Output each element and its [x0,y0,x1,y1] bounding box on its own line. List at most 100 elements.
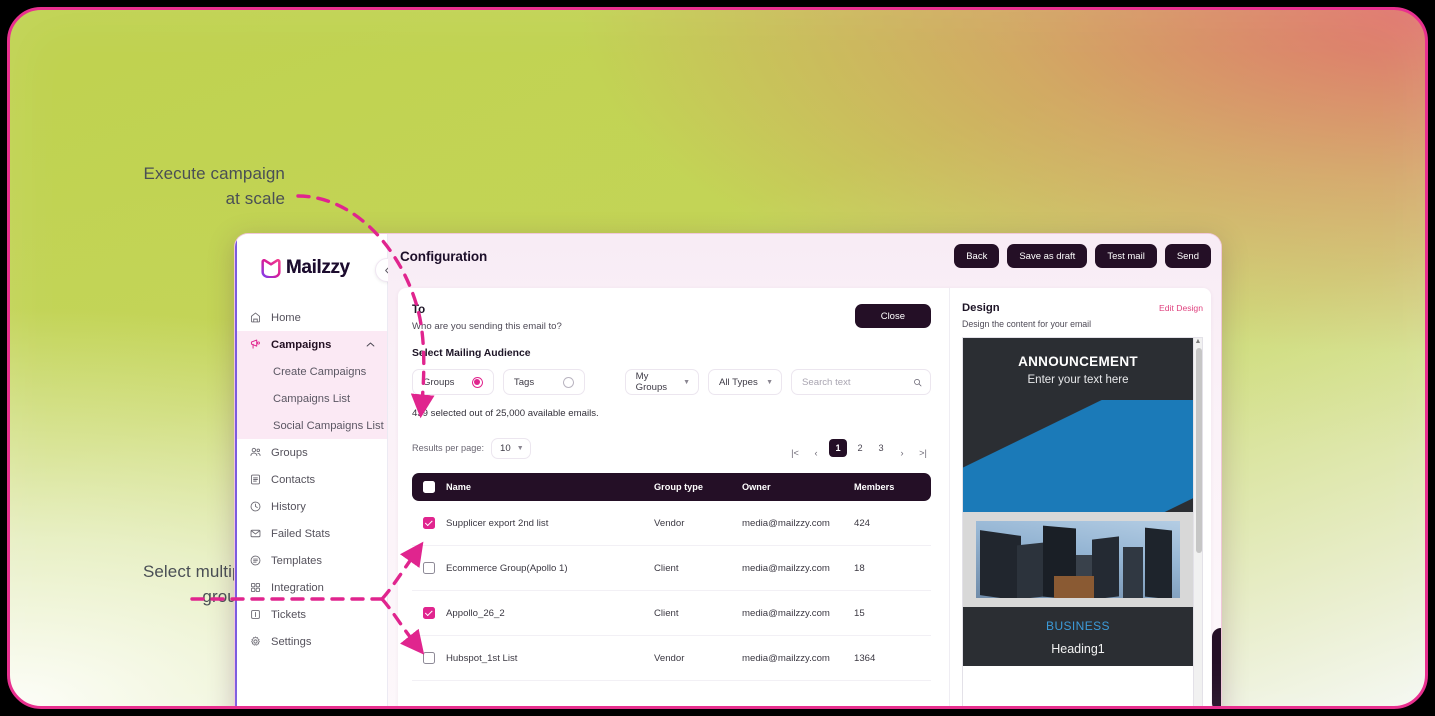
mailzzy-logo-icon [261,258,281,278]
preview-scrollbar[interactable]: ▲ ▼ [1193,338,1202,706]
row-name: Supplicer export 2nd list [446,517,549,529]
row-owner: media@mailzzy.com [742,562,830,574]
row-checkbox-cell[interactable] [412,607,446,619]
row-group-type: Vendor [654,652,685,664]
row-checkbox[interactable] [423,562,435,574]
sidebar-item-integration[interactable]: Integration [235,574,387,601]
table-row[interactable]: Ecommerce Group(Apollo 1) Client media@m… [412,546,931,591]
results-per-page-select[interactable]: 10 ▼ [491,437,531,459]
row-group-type: Client [654,562,679,574]
table-row[interactable]: Supplicer export 2nd list Vendor media@m… [412,501,931,546]
sidebar-item-history[interactable]: History [235,493,387,520]
design-title: Design [962,302,1000,314]
save-as-draft-button[interactable]: Save as draft [1007,244,1088,268]
row-owner: media@mailzzy.com [742,652,830,664]
edit-design-link[interactable]: Edit Design [1159,303,1203,313]
group-filter-value: My Groups [635,371,668,393]
row-members: 15 [854,607,865,619]
row-checkbox[interactable] [423,517,435,529]
column-header-members[interactable]: Members [854,482,931,492]
brand-name: Mailzzy [286,257,350,278]
people-icon [248,446,262,460]
close-button[interactable]: Close [854,304,931,328]
table-row[interactable]: Appollo_26_2 Client media@mailzzy.com 15 [412,591,931,636]
select-all-checkbox[interactable] [423,481,435,493]
sidebar-item-home[interactable]: Home [235,304,387,331]
pagination-page-3[interactable]: 3 [873,439,889,457]
column-header-owner[interactable]: Owner [742,482,854,492]
preview-section-label: BUSINESS [1046,619,1110,633]
row-checkbox[interactable] [423,607,435,619]
row-name: Appollo_26_2 [446,607,505,619]
pagination-page-2[interactable]: 2 [852,439,868,457]
preview-hero-sub: Enter your text here [1027,374,1129,386]
topbar-actions: Back Save as draft Test mail Send [954,244,1211,268]
sidebar-item-label-integration: Integration [271,581,324,594]
sidebar-item-label-history: History [271,500,306,513]
sidebar-item-contacts[interactable]: Contacts [235,466,387,493]
app-window: Mailzzy Home Campaigns Create Campaigns … [234,233,1222,706]
search-icon[interactable] [913,377,922,388]
sidebar-subitem-social-campaigns-list[interactable]: Social Campaigns List [235,412,387,439]
sidebar-subitem-create-campaigns[interactable]: Create Campaigns [235,358,387,385]
floating-side-button[interactable] [1212,628,1221,706]
scroll-up-arrow-icon[interactable]: ▲ [1195,338,1202,346]
row-checkbox-cell[interactable] [412,517,446,529]
row-members: 424 [854,517,871,529]
sidebar-item-groups[interactable]: Groups [235,439,387,466]
group-filter-select[interactable]: My Groups ▼ [624,369,699,395]
send-button[interactable]: Send [1164,244,1211,268]
email-preview[interactable]: ANNOUNCEMENT Enter your text here BUSINE… [962,337,1203,706]
design-panel: Design Edit Design Design the content fo… [949,288,1211,706]
sidebar-item-label-groups: Groups [271,446,308,459]
sidebar-item-label-home: Home [271,311,301,324]
sidebar-group-campaigns: Campaigns Create Campaigns Campaigns Lis… [235,331,387,439]
page-title: Configuration [400,248,488,264]
sidebar-item-label-campaigns: Campaigns [271,338,332,351]
sidebar-item-campaigns[interactable]: Campaigns [235,331,387,358]
pagination-page-1[interactable]: 1 [829,439,847,457]
pagination-next[interactable]: › [894,444,910,462]
row-members: 1364 [854,652,876,664]
column-header-name[interactable]: Name [446,482,654,492]
test-mail-button[interactable]: Test mail [1095,244,1157,268]
pagination-first[interactable]: |< [787,444,803,462]
gear-icon [248,635,262,649]
search-input[interactable] [802,376,913,388]
callout-select-line1: Select multiple [142,562,255,581]
row-checkbox[interactable] [423,652,435,664]
row-checkbox-cell[interactable] [412,562,446,574]
callout-execute-line1: Execute campaign [143,164,285,183]
callout-execute-campaign: Execute campaign at scale [70,162,285,211]
row-checkbox-cell[interactable] [412,652,446,664]
sidebar-subitem-campaigns-list[interactable]: Campaigns List [235,385,387,412]
promo-background-panel: Execute campaign at scale Select multipl… [7,7,1428,709]
segment-groups[interactable]: Groups [412,369,494,395]
back-button[interactable]: Back [954,244,1000,268]
pagination-prev[interactable]: ‹ [808,444,824,462]
sidebar-subitem-label-social: Social Campaigns List [273,419,384,432]
to-subtitle: Who are you sending this email to? [412,321,562,332]
mail-x-icon [248,527,262,541]
preview-scrollbar-thumb[interactable] [1195,348,1202,553]
type-filter-value: All Types [719,376,758,388]
pagination-last[interactable]: >| [915,444,931,462]
column-header-group-type[interactable]: Group type [654,482,742,492]
selection-status: 439 selected out of 25,000 available ema… [412,408,599,419]
content-card: To Who are you sending this email to? Cl… [398,288,1211,706]
sidebar-item-tickets[interactable]: Tickets [235,601,387,628]
segment-tags-label: Tags [513,376,535,388]
sidebar-item-templates[interactable]: Templates [235,547,387,574]
type-filter-select[interactable]: All Types ▼ [708,369,782,395]
segment-groups-label: Groups [423,376,455,388]
preview-photo [976,521,1180,598]
sidebar-nav: Home Campaigns Create Campaigns Campaign… [235,304,387,655]
select-mailing-audience-label: Select Mailing Audience [412,348,531,359]
search-box[interactable] [791,369,931,395]
table-row[interactable]: Hubspot_1st List Vendor media@mailzzy.co… [412,636,931,681]
select-all-checkbox-cell[interactable] [412,481,446,493]
segment-tags[interactable]: Tags [502,369,585,395]
brand: Mailzzy [235,242,399,294]
sidebar-item-settings[interactable]: Settings [235,628,387,655]
sidebar-item-failed-stats[interactable]: Failed Stats [235,520,387,547]
